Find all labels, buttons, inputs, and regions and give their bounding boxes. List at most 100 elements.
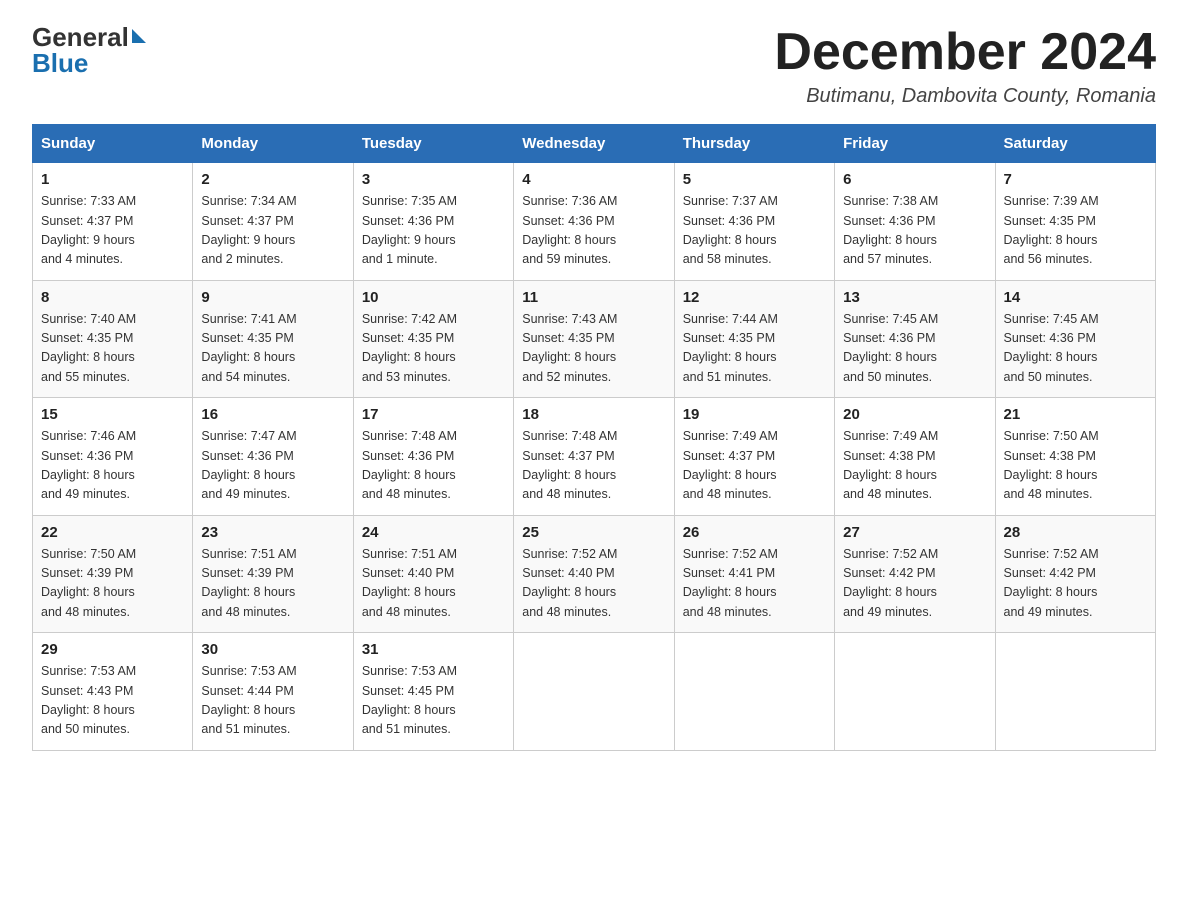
table-row: 24 Sunrise: 7:51 AMSunset: 4:40 PMDaylig… xyxy=(353,515,513,633)
day-number: 26 xyxy=(683,524,826,541)
day-info: Sunrise: 7:53 AMSunset: 4:43 PMDaylight:… xyxy=(41,662,184,740)
table-row: 13 Sunrise: 7:45 AMSunset: 4:36 PMDaylig… xyxy=(835,280,995,398)
day-info: Sunrise: 7:48 AMSunset: 4:36 PMDaylight:… xyxy=(362,427,505,505)
day-info: Sunrise: 7:39 AMSunset: 4:35 PMDaylight:… xyxy=(1004,192,1147,270)
day-info: Sunrise: 7:37 AMSunset: 4:36 PMDaylight:… xyxy=(683,192,826,270)
day-number: 15 xyxy=(41,406,184,423)
table-row: 15 Sunrise: 7:46 AMSunset: 4:36 PMDaylig… xyxy=(33,398,193,516)
table-row: 6 Sunrise: 7:38 AMSunset: 4:36 PMDayligh… xyxy=(835,163,995,281)
table-row: 2 Sunrise: 7:34 AMSunset: 4:37 PMDayligh… xyxy=(193,163,353,281)
day-info: Sunrise: 7:52 AMSunset: 4:40 PMDaylight:… xyxy=(522,545,665,623)
logo-triangle-icon xyxy=(132,29,146,43)
table-row: 14 Sunrise: 7:45 AMSunset: 4:36 PMDaylig… xyxy=(995,280,1155,398)
day-info: Sunrise: 7:49 AMSunset: 4:37 PMDaylight:… xyxy=(683,427,826,505)
month-title: December 2024 xyxy=(774,24,1156,81)
table-row: 31 Sunrise: 7:53 AMSunset: 4:45 PMDaylig… xyxy=(353,633,513,751)
table-row: 9 Sunrise: 7:41 AMSunset: 4:35 PMDayligh… xyxy=(193,280,353,398)
day-number: 31 xyxy=(362,641,505,658)
table-row: 5 Sunrise: 7:37 AMSunset: 4:36 PMDayligh… xyxy=(674,163,834,281)
col-sunday: Sunday xyxy=(33,125,193,163)
day-info: Sunrise: 7:49 AMSunset: 4:38 PMDaylight:… xyxy=(843,427,986,505)
logo-blue-text: Blue xyxy=(32,50,88,76)
day-info: Sunrise: 7:53 AMSunset: 4:45 PMDaylight:… xyxy=(362,662,505,740)
table-row: 28 Sunrise: 7:52 AMSunset: 4:42 PMDaylig… xyxy=(995,515,1155,633)
day-number: 29 xyxy=(41,641,184,658)
col-monday: Monday xyxy=(193,125,353,163)
table-row: 20 Sunrise: 7:49 AMSunset: 4:38 PMDaylig… xyxy=(835,398,995,516)
table-row: 30 Sunrise: 7:53 AMSunset: 4:44 PMDaylig… xyxy=(193,633,353,751)
day-info: Sunrise: 7:43 AMSunset: 4:35 PMDaylight:… xyxy=(522,310,665,388)
day-number: 27 xyxy=(843,524,986,541)
table-row: 16 Sunrise: 7:47 AMSunset: 4:36 PMDaylig… xyxy=(193,398,353,516)
day-number: 16 xyxy=(201,406,344,423)
table-row: 3 Sunrise: 7:35 AMSunset: 4:36 PMDayligh… xyxy=(353,163,513,281)
day-info: Sunrise: 7:33 AMSunset: 4:37 PMDaylight:… xyxy=(41,192,184,270)
table-row: 12 Sunrise: 7:44 AMSunset: 4:35 PMDaylig… xyxy=(674,280,834,398)
day-number: 2 xyxy=(201,171,344,188)
day-number: 17 xyxy=(362,406,505,423)
day-info: Sunrise: 7:47 AMSunset: 4:36 PMDaylight:… xyxy=(201,427,344,505)
day-number: 18 xyxy=(522,406,665,423)
calendar-week-4: 22 Sunrise: 7:50 AMSunset: 4:39 PMDaylig… xyxy=(33,515,1156,633)
table-row xyxy=(995,633,1155,751)
calendar-table: Sunday Monday Tuesday Wednesday Thursday… xyxy=(32,124,1156,751)
logo: General Blue xyxy=(32,24,146,76)
calendar-header-row: Sunday Monday Tuesday Wednesday Thursday… xyxy=(33,125,1156,163)
day-number: 8 xyxy=(41,289,184,306)
title-block: December 2024 Butimanu, Dambovita County… xyxy=(774,24,1156,108)
col-thursday: Thursday xyxy=(674,125,834,163)
day-number: 21 xyxy=(1004,406,1147,423)
day-info: Sunrise: 7:51 AMSunset: 4:40 PMDaylight:… xyxy=(362,545,505,623)
day-info: Sunrise: 7:46 AMSunset: 4:36 PMDaylight:… xyxy=(41,427,184,505)
day-number: 4 xyxy=(522,171,665,188)
day-number: 12 xyxy=(683,289,826,306)
table-row: 19 Sunrise: 7:49 AMSunset: 4:37 PMDaylig… xyxy=(674,398,834,516)
location-text: Butimanu, Dambovita County, Romania xyxy=(774,85,1156,108)
day-number: 30 xyxy=(201,641,344,658)
day-number: 25 xyxy=(522,524,665,541)
day-number: 9 xyxy=(201,289,344,306)
table-row: 22 Sunrise: 7:50 AMSunset: 4:39 PMDaylig… xyxy=(33,515,193,633)
day-number: 28 xyxy=(1004,524,1147,541)
table-row: 27 Sunrise: 7:52 AMSunset: 4:42 PMDaylig… xyxy=(835,515,995,633)
day-number: 13 xyxy=(843,289,986,306)
day-info: Sunrise: 7:38 AMSunset: 4:36 PMDaylight:… xyxy=(843,192,986,270)
calendar-week-3: 15 Sunrise: 7:46 AMSunset: 4:36 PMDaylig… xyxy=(33,398,1156,516)
day-info: Sunrise: 7:48 AMSunset: 4:37 PMDaylight:… xyxy=(522,427,665,505)
day-info: Sunrise: 7:50 AMSunset: 4:39 PMDaylight:… xyxy=(41,545,184,623)
calendar-week-5: 29 Sunrise: 7:53 AMSunset: 4:43 PMDaylig… xyxy=(33,633,1156,751)
day-info: Sunrise: 7:36 AMSunset: 4:36 PMDaylight:… xyxy=(522,192,665,270)
day-info: Sunrise: 7:35 AMSunset: 4:36 PMDaylight:… xyxy=(362,192,505,270)
day-number: 11 xyxy=(522,289,665,306)
day-info: Sunrise: 7:52 AMSunset: 4:42 PMDaylight:… xyxy=(1004,545,1147,623)
col-tuesday: Tuesday xyxy=(353,125,513,163)
day-number: 19 xyxy=(683,406,826,423)
day-number: 5 xyxy=(683,171,826,188)
day-info: Sunrise: 7:41 AMSunset: 4:35 PMDaylight:… xyxy=(201,310,344,388)
table-row: 29 Sunrise: 7:53 AMSunset: 4:43 PMDaylig… xyxy=(33,633,193,751)
table-row: 26 Sunrise: 7:52 AMSunset: 4:41 PMDaylig… xyxy=(674,515,834,633)
table-row: 17 Sunrise: 7:48 AMSunset: 4:36 PMDaylig… xyxy=(353,398,513,516)
day-info: Sunrise: 7:53 AMSunset: 4:44 PMDaylight:… xyxy=(201,662,344,740)
col-saturday: Saturday xyxy=(995,125,1155,163)
table-row: 8 Sunrise: 7:40 AMSunset: 4:35 PMDayligh… xyxy=(33,280,193,398)
day-number: 6 xyxy=(843,171,986,188)
day-number: 3 xyxy=(362,171,505,188)
calendar-week-1: 1 Sunrise: 7:33 AMSunset: 4:37 PMDayligh… xyxy=(33,163,1156,281)
day-info: Sunrise: 7:45 AMSunset: 4:36 PMDaylight:… xyxy=(843,310,986,388)
table-row: 11 Sunrise: 7:43 AMSunset: 4:35 PMDaylig… xyxy=(514,280,674,398)
day-info: Sunrise: 7:52 AMSunset: 4:42 PMDaylight:… xyxy=(843,545,986,623)
day-info: Sunrise: 7:52 AMSunset: 4:41 PMDaylight:… xyxy=(683,545,826,623)
day-number: 22 xyxy=(41,524,184,541)
day-number: 23 xyxy=(201,524,344,541)
table-row xyxy=(835,633,995,751)
day-number: 24 xyxy=(362,524,505,541)
col-wednesday: Wednesday xyxy=(514,125,674,163)
table-row: 4 Sunrise: 7:36 AMSunset: 4:36 PMDayligh… xyxy=(514,163,674,281)
table-row: 25 Sunrise: 7:52 AMSunset: 4:40 PMDaylig… xyxy=(514,515,674,633)
day-info: Sunrise: 7:42 AMSunset: 4:35 PMDaylight:… xyxy=(362,310,505,388)
day-info: Sunrise: 7:40 AMSunset: 4:35 PMDaylight:… xyxy=(41,310,184,388)
logo-general-text: General xyxy=(32,24,129,50)
day-number: 7 xyxy=(1004,171,1147,188)
col-friday: Friday xyxy=(835,125,995,163)
